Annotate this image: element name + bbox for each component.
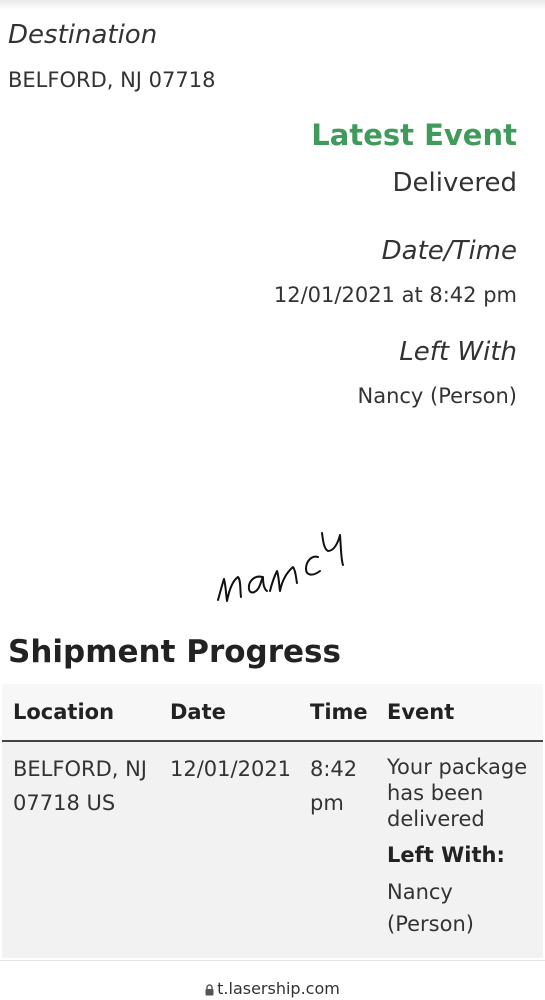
cell-location-line2: 07718 US xyxy=(13,791,116,815)
cell-time-line2: pm xyxy=(310,791,344,815)
table-row: BELFORD, NJ 07718 US 12/01/2021 8:42 pm … xyxy=(2,742,543,958)
signature-image xyxy=(217,532,344,602)
tracking-page: Destination BELFORD, NJ 07718 Latest Eve… xyxy=(0,0,545,1000)
cell-location: BELFORD, NJ 07718 US xyxy=(13,752,147,820)
column-header-location: Location xyxy=(13,700,115,724)
latest-event-title: Latest Event xyxy=(311,118,517,152)
cell-event-line2: has been xyxy=(387,781,484,805)
cell-event: Your package has been delivered Left Wit… xyxy=(387,754,527,940)
column-header-date: Date xyxy=(170,700,226,724)
left-with-label: Left With xyxy=(399,337,517,367)
url-text: t.lasership.com xyxy=(217,979,340,998)
column-header-time: Time xyxy=(310,700,368,724)
top-shadow xyxy=(0,0,545,10)
shipment-progress-title: Shipment Progress xyxy=(8,634,341,670)
url-display[interactable]: t.lasership.com xyxy=(0,979,545,998)
destination-value: BELFORD, NJ 07718 xyxy=(8,68,216,92)
cell-date: 12/01/2021 xyxy=(170,757,292,781)
cell-left-with-line1: Nancy xyxy=(387,880,453,904)
datetime-value: 12/01/2021 at 8:42 pm xyxy=(273,283,517,307)
cell-time-line1: 8:42 xyxy=(310,757,358,781)
cell-left-with-label: Left With: xyxy=(387,843,505,867)
table-header: Location Date Time Event xyxy=(2,684,543,742)
browser-address-bar[interactable]: t.lasership.com xyxy=(0,960,545,1000)
lock-icon xyxy=(205,983,214,995)
cell-event-line1: Your package xyxy=(387,755,528,779)
latest-event-value: Delivered xyxy=(392,168,517,198)
cell-event-line3: delivered xyxy=(387,807,485,831)
cell-time: 8:42 pm xyxy=(310,752,357,820)
destination-label: Destination xyxy=(8,20,158,50)
column-header-event: Event xyxy=(387,700,455,724)
cell-location-line1: BELFORD, NJ xyxy=(13,757,147,781)
left-with-value: Nancy (Person) xyxy=(357,384,518,408)
cell-left-with-line2: (Person) xyxy=(387,912,474,936)
datetime-label: Date/Time xyxy=(381,236,517,266)
